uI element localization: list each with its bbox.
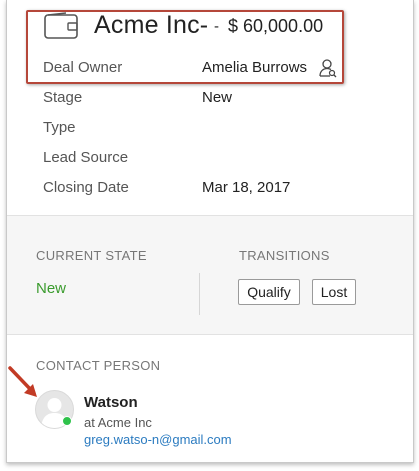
closing-date-value[interactable]: Mar 18, 2017 xyxy=(202,179,290,196)
stage-label: Stage xyxy=(43,89,83,106)
qualify-button[interactable]: Qualify xyxy=(238,279,300,305)
stage-value[interactable]: New xyxy=(202,89,232,106)
deal-owner-value[interactable]: Amelia Burrows xyxy=(202,59,307,76)
online-status-dot xyxy=(62,416,72,426)
current-state-value: New xyxy=(36,280,67,297)
divider xyxy=(199,273,200,315)
state-section: CURRENT STATE TRANSITIONS New Qualify Lo… xyxy=(7,215,413,335)
current-state-title: CURRENT STATE xyxy=(36,248,147,263)
lost-button[interactable]: Lost xyxy=(312,279,356,305)
contact-email-link[interactable]: greg.watso-n@gmail.com xyxy=(84,432,232,447)
deal-amount: $ 60,000.00 xyxy=(228,16,324,36)
wallet-icon xyxy=(44,12,78,39)
user-search-icon[interactable] xyxy=(319,58,337,78)
type-label: Type xyxy=(43,119,76,136)
lead-source-label: Lead Source xyxy=(43,149,129,166)
deal-details-card: Acme Inc- - $ 60,000.00 Deal Owner Ameli… xyxy=(6,0,414,463)
transitions-title: TRANSITIONS xyxy=(239,248,330,263)
contact-company: at Acme Inc xyxy=(84,415,152,430)
arrow-annotation-icon xyxy=(8,366,37,397)
deal-owner-label: Deal Owner xyxy=(43,59,123,76)
closing-date-label: Closing Date xyxy=(43,179,129,196)
contact-person-title: CONTACT PERSON xyxy=(36,358,161,373)
deal-name: Acme Inc- xyxy=(94,11,209,39)
deal-separator: - xyxy=(214,18,219,35)
contact-name[interactable]: Watson xyxy=(84,394,138,411)
